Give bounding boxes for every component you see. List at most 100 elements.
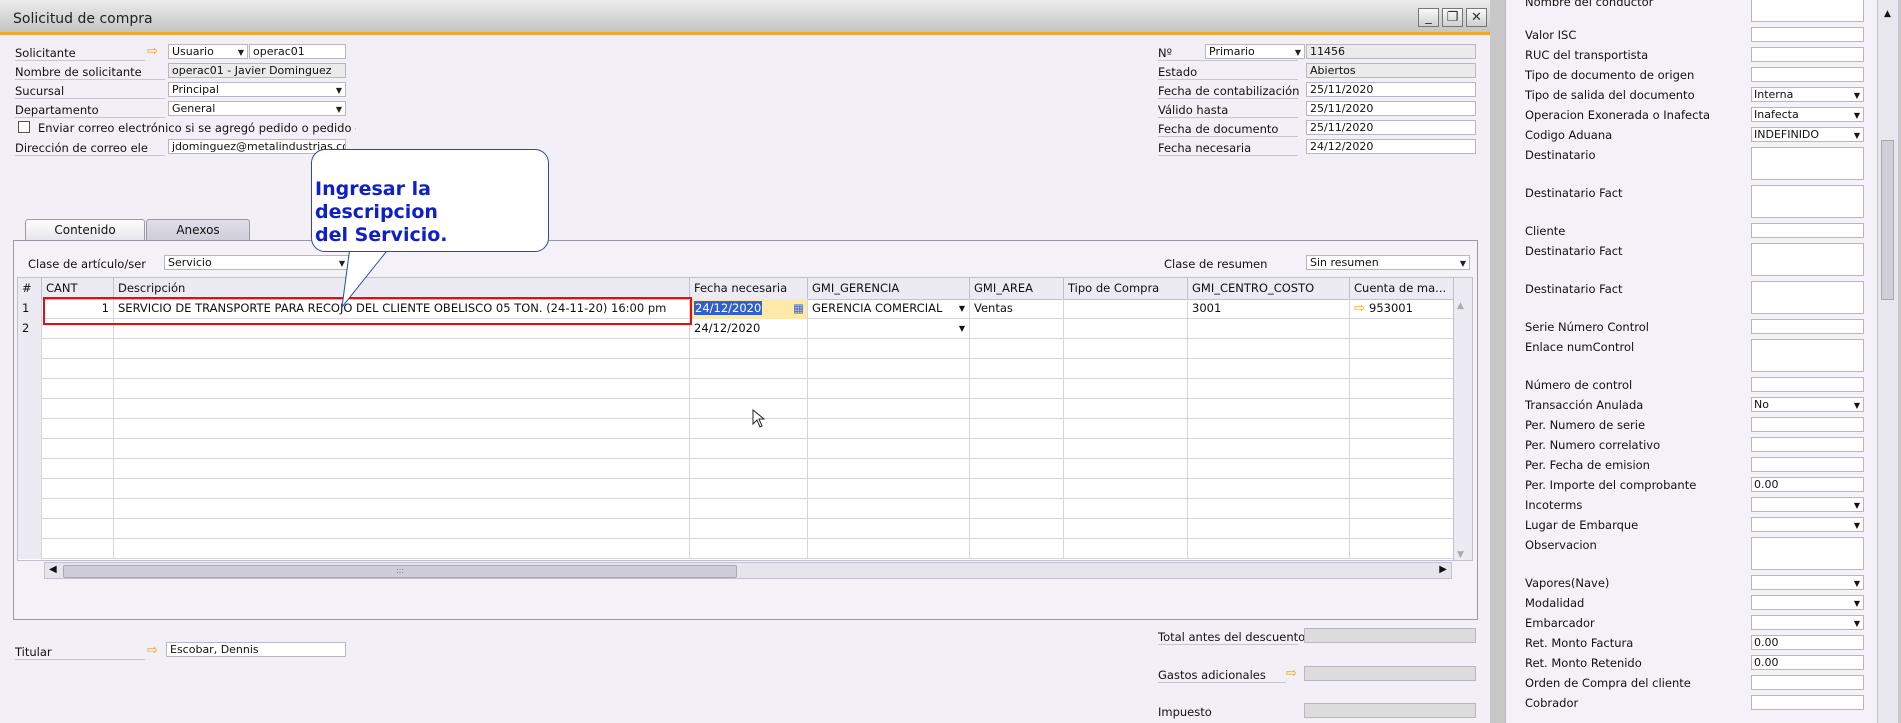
cell-descripcion[interactable] [114, 399, 690, 419]
field-input[interactable]: No ▼ [1751, 397, 1864, 412]
cell-cuenta[interactable] [1350, 459, 1454, 479]
cell-tipo[interactable] [1064, 519, 1188, 539]
scroll-up-icon[interactable]: ▲ [1457, 301, 1464, 311]
field-input[interactable]: ▼ [1751, 615, 1864, 630]
cell-gerencia[interactable] [808, 519, 970, 539]
field-input[interactable] [1751, 243, 1864, 276]
col-header-cuenta[interactable]: Cuenta de ma... [1350, 278, 1454, 299]
cell-fecha[interactable] [690, 359, 808, 379]
scroll-thumb[interactable]: ::: [63, 565, 737, 578]
cell-descripcion[interactable] [114, 479, 690, 499]
cell-centro[interactable] [1188, 479, 1350, 499]
cell-cant[interactable] [42, 499, 114, 519]
field-input[interactable] [1751, 339, 1864, 372]
cell-area[interactable] [970, 379, 1064, 399]
chevron-down-icon[interactable]: ▼ [1854, 109, 1860, 122]
scroll-down-icon[interactable]: ▼ [1457, 550, 1464, 560]
field-input[interactable]: 0.00 [1751, 635, 1864, 650]
sucursal-select[interactable]: Principal [168, 82, 346, 97]
cell-centro[interactable] [1188, 439, 1350, 459]
cell-descripcion[interactable] [114, 459, 690, 479]
cell-cuenta[interactable] [1350, 399, 1454, 419]
cell-tipo[interactable] [1064, 459, 1188, 479]
cell-area[interactable] [970, 419, 1064, 439]
cell-cuenta[interactable] [1350, 439, 1454, 459]
field-input[interactable] [1751, 0, 1864, 22]
chevron-down-icon[interactable]: ▼ [959, 299, 965, 318]
field-input[interactable] [1751, 223, 1864, 238]
field-input[interactable]: ▼ [1751, 517, 1864, 532]
cell-centro[interactable] [1188, 379, 1350, 399]
chevron-down-icon[interactable]: ▼ [1854, 399, 1860, 412]
field-input[interactable]: Interna ▼ [1751, 87, 1864, 102]
cell-cant[interactable] [42, 419, 114, 439]
tab-anexos[interactable]: Anexos [146, 219, 250, 241]
cuenta-link-arrow-icon[interactable]: ⇨ [1354, 301, 1369, 316]
cell-area[interactable]: Ventas [970, 299, 1064, 319]
cell-fecha[interactable] [690, 379, 808, 399]
cell-cant[interactable] [42, 459, 114, 479]
col-header-fecha-necesaria[interactable]: Fecha necesaria [690, 278, 808, 299]
gastos-link-arrow-icon[interactable]: ⇨ [1286, 666, 1297, 681]
table-row[interactable] [18, 499, 1454, 519]
field-input[interactable] [1751, 457, 1864, 472]
cell-tipo[interactable] [1064, 359, 1188, 379]
numero-field[interactable]: 11456 [1306, 44, 1476, 59]
cell-cuenta[interactable] [1350, 479, 1454, 499]
chevron-down-icon[interactable]: ▼ [959, 319, 965, 338]
chevron-down-icon[interactable]: ▼ [1854, 597, 1860, 610]
table-row[interactable] [18, 479, 1454, 499]
field-input[interactable] [1751, 27, 1864, 42]
cell-tipo[interactable] [1064, 339, 1188, 359]
field-input[interactable] [1751, 147, 1864, 180]
field-input[interactable] [1751, 377, 1864, 392]
fecha-necesaria-field[interactable]: 24/12/2020 [1306, 139, 1476, 154]
tab-contenido[interactable]: Contenido [25, 219, 145, 241]
cell-descripcion[interactable] [114, 499, 690, 519]
cell-centro[interactable]: 3001 [1188, 299, 1350, 319]
field-input[interactable]: Inafecta ▼ [1751, 107, 1864, 122]
cell-cuenta[interactable] [1350, 539, 1454, 559]
cell-cuenta[interactable] [1350, 419, 1454, 439]
table-row[interactable] [18, 419, 1454, 439]
field-input[interactable]: ▼ [1751, 497, 1864, 512]
cell-area[interactable] [970, 479, 1064, 499]
solicitante-type-select[interactable]: Usuario [168, 44, 248, 59]
cell-centro[interactable] [1188, 319, 1350, 339]
cell-area[interactable] [970, 399, 1064, 419]
cell-centro[interactable] [1188, 419, 1350, 439]
col-header-cant[interactable]: CANT [42, 278, 114, 299]
cell-tipo[interactable] [1064, 419, 1188, 439]
table-row[interactable] [18, 339, 1454, 359]
fecha-documento-field[interactable]: 25/11/2020 [1306, 120, 1476, 135]
cell-cant[interactable] [42, 519, 114, 539]
cell-area[interactable] [970, 459, 1064, 479]
clase-articulo-select[interactable]: Servicio [164, 255, 349, 270]
field-input[interactable] [1751, 675, 1864, 690]
field-input[interactable]: ▼ [1751, 575, 1864, 590]
cell-tipo[interactable] [1064, 399, 1188, 419]
cell-tipo[interactable] [1064, 499, 1188, 519]
grid-horizontal-scrollbar[interactable]: ◀ ::: ▶ [44, 562, 1452, 579]
cell-gerencia[interactable]: GERENCIA COMERCIAL ▼ [808, 299, 970, 319]
field-input[interactable] [1751, 185, 1864, 218]
cell-fecha[interactable] [690, 439, 808, 459]
cell-descripcion[interactable] [114, 539, 690, 559]
cell-descripcion[interactable] [114, 419, 690, 439]
field-input[interactable] [1751, 695, 1864, 710]
cell-tipo[interactable] [1064, 439, 1188, 459]
cell-cant[interactable] [42, 439, 114, 459]
close-icon[interactable]: ✕ [1466, 8, 1487, 27]
scroll-left-icon[interactable]: ◀ [49, 564, 57, 575]
cell-area[interactable] [970, 319, 1064, 339]
cell-gerencia[interactable] [808, 419, 970, 439]
cell-centro[interactable] [1188, 499, 1350, 519]
chevron-down-icon[interactable]: ▼ [1854, 499, 1860, 512]
cell-centro[interactable] [1188, 359, 1350, 379]
cell-area[interactable] [970, 339, 1064, 359]
grid-vertical-scrollbar[interactable]: ▲ ▼ [1453, 299, 1472, 560]
valido-hasta-field[interactable]: 25/11/2020 [1306, 101, 1476, 116]
chevron-down-icon[interactable]: ▼ [1854, 89, 1860, 102]
cell-tipo[interactable] [1064, 299, 1188, 319]
cell-fecha[interactable] [690, 539, 808, 559]
